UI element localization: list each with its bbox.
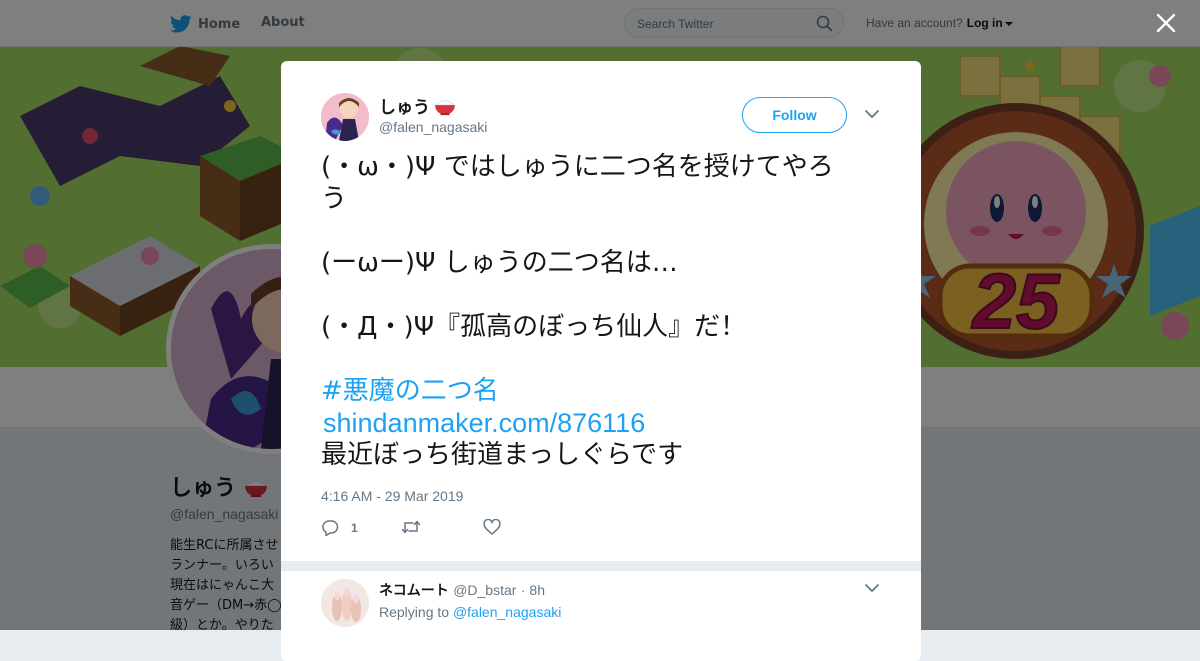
tweet-line: (ーωー)Ψ しゅうの二つ名は… <box>321 248 678 278</box>
tweet-line: う <box>321 184 348 214</box>
chevron-down-icon[interactable] <box>865 109 879 119</box>
author-handle[interactable]: @falen_nagasaki <box>379 119 487 135</box>
reply-author-name[interactable]: ネコムート <box>379 583 449 599</box>
tweet-line <box>321 279 881 311</box>
tweet-line <box>321 343 881 375</box>
replying-to-mention[interactable]: @falen_nagasaki <box>453 604 561 620</box>
heart-icon <box>483 519 501 535</box>
reply-count: 1 <box>351 520 358 535</box>
like-button[interactable] <box>483 519 501 535</box>
tweet-text: (・ω・)Ψ ではしゅうに二つ名を授けてやろ う (ーωー)Ψ しゅうの二つ名は… <box>321 151 881 471</box>
retweet-button[interactable] <box>401 519 421 535</box>
reply-button[interactable]: 1 <box>321 519 358 536</box>
author-avatar-art <box>321 93 369 141</box>
reply-divider <box>281 561 921 571</box>
tweet-url-link[interactable]: shindanmaker.com/876116 <box>321 407 881 439</box>
retweet-icon <box>401 520 421 534</box>
reply-author-handle[interactable]: @D_bstar <box>453 582 516 598</box>
tweet-timestamp[interactable]: 4:16 AM - 29 Mar 2019 <box>321 488 463 504</box>
author-name-text: しゅう <box>379 98 430 118</box>
rice-bowl-icon <box>434 99 456 115</box>
tweet-line: (・ω・)Ψ ではしゅうに二つ名を授けてやろ <box>321 152 834 182</box>
close-icon[interactable] <box>1155 12 1177 34</box>
tweet-line: 最近ぼっち街道まっしぐらです <box>321 440 684 470</box>
chevron-down-icon[interactable] <box>865 583 879 593</box>
author-avatar[interactable] <box>321 93 369 141</box>
tweet-modal: しゅう @falen_nagasaki Follow (・ω・)Ψ ではしゅうに… <box>281 61 921 661</box>
hashtag-link[interactable]: #悪魔の二つ名 <box>321 375 881 407</box>
reply-avatar[interactable] <box>321 579 369 627</box>
reply-icon <box>322 520 339 536</box>
replying-prefix: Replying to <box>379 604 450 620</box>
replying-to: Replying to @falen_nagasaki <box>379 604 561 620</box>
reply-avatar-art <box>321 579 369 627</box>
reply-time[interactable]: · 8h <box>521 582 545 598</box>
follow-button[interactable]: Follow <box>742 97 847 133</box>
author-name[interactable]: しゅう <box>379 93 456 118</box>
reply-header: ネコムート @D_bstar · 8h <box>379 580 545 600</box>
tweet-line <box>321 215 881 247</box>
tweet-line: (・Д・)Ψ『孤高のぼっち仙人』だ！ <box>321 312 747 342</box>
